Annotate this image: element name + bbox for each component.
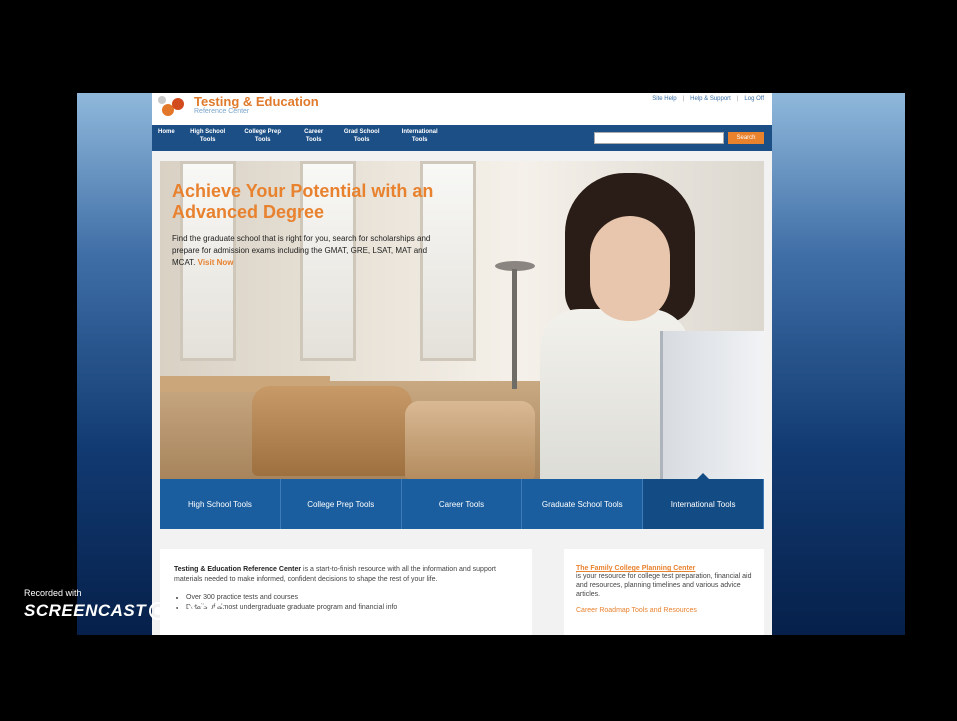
hero-text: Find the graduate school that is right f…: [172, 233, 442, 269]
nav-high-school-tools[interactable]: High School Tools: [189, 128, 227, 144]
tab-college-prep-tools[interactable]: College Prep Tools: [281, 479, 402, 529]
divider: |: [682, 96, 685, 102]
watermark-brand-right: MATIC: [170, 601, 226, 620]
nav-international-tools[interactable]: International Tools: [395, 128, 445, 144]
laptop-decor: [660, 331, 764, 479]
browser-viewport: Testing & Education Reference Center Sit…: [77, 93, 905, 635]
help-support-link[interactable]: Help & Support: [690, 96, 731, 102]
site-subtitle: Reference Center: [194, 108, 250, 115]
watermark-brand: SCREENCAST MATIC: [24, 601, 225, 621]
watermark-brand-left: SCREENCAST: [24, 601, 147, 620]
web-page: Testing & Education Reference Center Sit…: [152, 93, 772, 635]
utility-links: Site Help | Help & Support | Log Off: [652, 96, 764, 102]
career-roadmap-link[interactable]: Career Roadmap Tools and Resources: [576, 607, 752, 614]
hero-title: Achieve Your Potential with an Advanced …: [172, 181, 434, 222]
recording-watermark: Recorded with SCREENCAST MATIC: [24, 588, 225, 621]
tab-career-tools[interactable]: Career Tools: [402, 479, 523, 529]
intro-paragraph: Testing & Education Reference Center is …: [174, 565, 518, 585]
record-icon: [149, 602, 168, 620]
lamp-pole-decor: [512, 269, 517, 389]
family-planning-text: is your resource for college test prepar…: [576, 573, 752, 598]
tab-high-school-tools[interactable]: High School Tools: [160, 479, 281, 529]
site-help-link[interactable]: Site Help: [652, 96, 676, 102]
log-off-link[interactable]: Log Off: [744, 96, 764, 102]
search-input[interactable]: [594, 132, 724, 144]
video-frame: Testing & Education Reference Center Sit…: [0, 0, 957, 721]
family-planning-panel: The Family College Planning Center is yo…: [564, 549, 764, 635]
watermark-caption: Recorded with: [24, 588, 82, 598]
chair-decor: [252, 386, 412, 476]
family-planning-link[interactable]: The Family College Planning Center: [576, 565, 752, 572]
site-title[interactable]: Testing & Education: [194, 94, 319, 109]
hero-banner: Achieve Your Potential with an Advanced …: [160, 161, 764, 479]
search-button[interactable]: Search: [728, 132, 764, 144]
list-item: Details of almost undergraduate graduate…: [186, 603, 518, 613]
logo-icon[interactable]: [158, 96, 186, 118]
main-nav: Home High School Tools College Prep Tool…: [152, 125, 772, 151]
intro-list: Over 300 practice tests and courses Deta…: [186, 593, 518, 613]
divider: |: [736, 96, 739, 102]
tool-tabs: High School Tools College Prep Tools Car…: [160, 473, 764, 529]
nav-college-prep-tools[interactable]: College Prep Tools: [241, 128, 285, 144]
intro-bold: Testing & Education Reference Center: [174, 566, 302, 573]
site-header: Testing & Education Reference Center Sit…: [152, 93, 772, 125]
nav-home[interactable]: Home: [158, 128, 175, 144]
hero-visit-link[interactable]: Visit Now: [198, 258, 234, 267]
nav-grad-school-tools[interactable]: Grad School Tools: [343, 128, 381, 144]
student-photo-face: [590, 216, 670, 321]
tab-international-tools[interactable]: International Tools: [643, 473, 764, 529]
nav-career-tools[interactable]: Career Tools: [299, 128, 329, 144]
tab-graduate-school-tools[interactable]: Graduate School Tools: [522, 479, 644, 529]
list-item: Over 300 practice tests and courses: [186, 593, 518, 603]
chair-decor: [405, 401, 535, 479]
